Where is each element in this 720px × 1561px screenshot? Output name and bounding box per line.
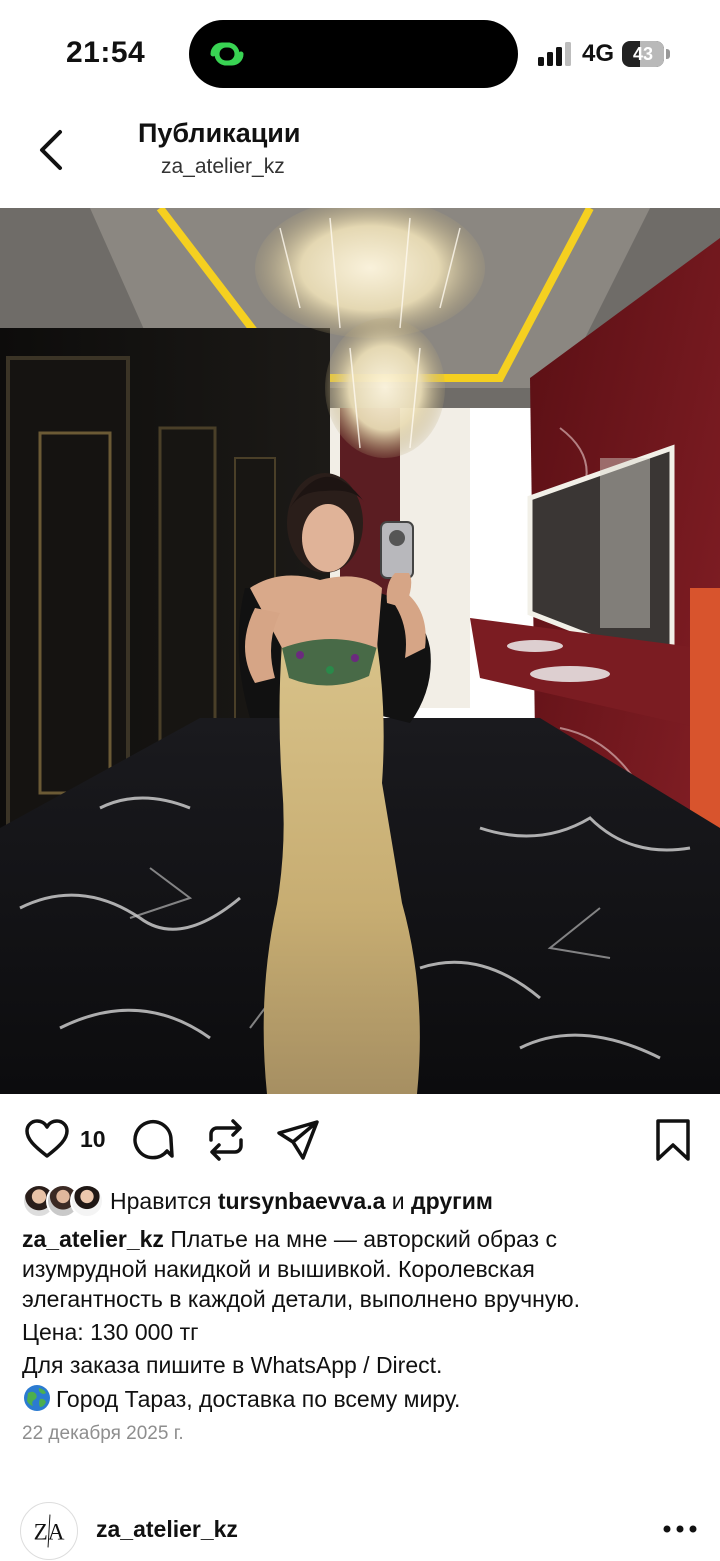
comment-icon[interactable]	[131, 1118, 175, 1162]
globe-icon	[24, 1385, 50, 1411]
bookmark-icon[interactable]	[654, 1118, 692, 1162]
nav-header: Публикации za_atelier_kz	[0, 100, 720, 208]
post-photo[interactable]	[0, 208, 720, 1094]
repost-icon[interactable]	[205, 1118, 247, 1162]
battery-percent: 43	[632, 44, 654, 64]
status-bar: 21:54 4G 43	[0, 0, 720, 100]
network-label: 4G	[582, 40, 615, 67]
post-caption: za_atelier_kz Платье на мне — авторский …	[22, 1226, 580, 1412]
app-activity-icon	[210, 42, 244, 66]
dynamic-island	[189, 20, 518, 88]
liker-username[interactable]: tursynbaevva.a	[218, 1188, 385, 1214]
status-time: 21:54	[66, 36, 146, 69]
avatar	[70, 1184, 104, 1218]
chevron-left-icon	[40, 130, 62, 170]
likes-summary[interactable]: Нравится tursynbaevva.a и другим	[22, 1184, 493, 1218]
post-date: 22 декабря 2025 г.	[22, 1423, 184, 1444]
post-photo-illustration	[0, 208, 720, 1094]
heart-icon[interactable]	[24, 1118, 70, 1160]
likes-others[interactable]: другим	[411, 1188, 493, 1214]
page-title: Публикации	[138, 118, 301, 148]
next-post-username[interactable]: za_atelier_kz	[96, 1516, 238, 1543]
avatar[interactable]: ZA	[20, 1502, 78, 1560]
send-icon[interactable]	[276, 1118, 320, 1162]
likes-text: Нравится tursynbaevva.a и другим	[110, 1187, 493, 1214]
more-horizontal-icon[interactable]	[662, 1524, 698, 1534]
battery-icon: 43	[622, 41, 670, 67]
page-subtitle[interactable]: za_atelier_kz	[161, 155, 285, 179]
back-button[interactable]	[30, 124, 74, 176]
like-count[interactable]: 10	[80, 1126, 106, 1153]
signal-icon	[538, 42, 571, 66]
post-actions: 10	[0, 1110, 720, 1170]
liker-avatars	[22, 1184, 106, 1218]
caption-username[interactable]: za_atelier_kz	[22, 1226, 164, 1252]
next-post-header: ZA za_atelier_kz	[0, 1496, 720, 1561]
